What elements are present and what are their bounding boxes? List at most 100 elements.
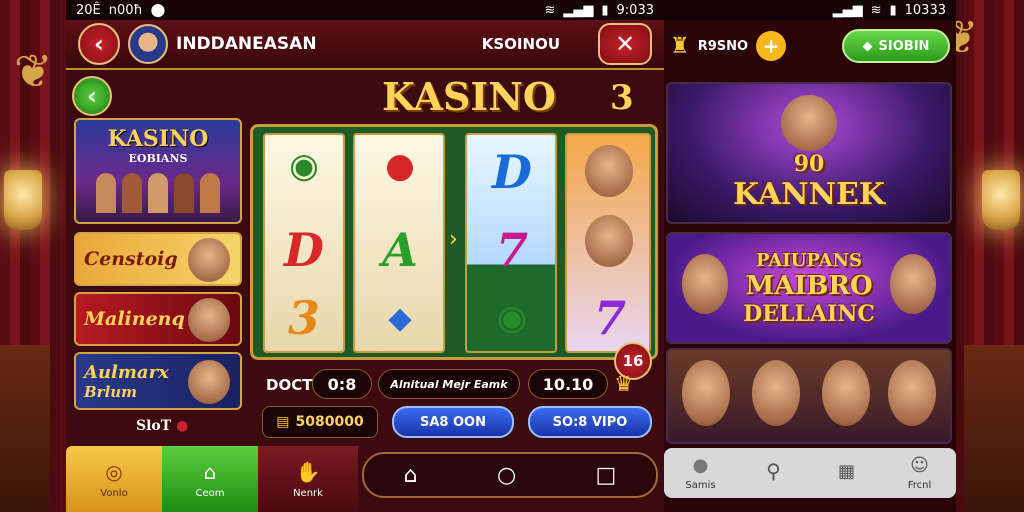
bet-amount-field[interactable]: 10.10 xyxy=(528,369,608,399)
reel-symbol: D xyxy=(492,145,532,199)
chevron-left-icon: ‹ xyxy=(87,82,97,110)
star-icon: ◆ xyxy=(388,300,412,336)
reel-2: ● A ◆ xyxy=(353,133,445,353)
main-phone: 20Ê n00ħ ⬤ ≋ ▂▄▆ ▮ 9:033 ‹ INDDANEASAN K… xyxy=(66,0,664,512)
character-figure xyxy=(148,173,168,213)
character-portrait xyxy=(188,238,230,282)
wifi-icon: ≋ xyxy=(870,2,882,18)
coin-balance-value: 5080000 xyxy=(295,414,364,430)
green-back-button[interactable]: ‹ xyxy=(72,76,112,116)
nav-tab-search[interactable]: ⚲ xyxy=(737,448,810,498)
reel-symbol: A xyxy=(382,223,418,277)
slot-machine: ◉ D 3 ● A ◆ › D 7 ◉ 7 xyxy=(250,124,658,360)
circle-home-icon[interactable]: ○ xyxy=(497,463,516,488)
signal-icon: ▂▄▆ xyxy=(563,2,594,18)
character-portrait xyxy=(585,145,633,197)
system-nav-bar: ⌂ ○ □ xyxy=(362,452,658,498)
game-card-maibro[interactable]: PAIUPANS MAIBRO DELLAINC xyxy=(666,232,952,344)
game-card-title: MAIBRO xyxy=(745,270,873,301)
square-recents-icon[interactable]: □ xyxy=(596,463,617,488)
cherry-icon: ● xyxy=(385,146,415,186)
top-header: ‹ INDDANEASAN KSOINOU ✕ xyxy=(66,20,664,70)
character-portrait xyxy=(781,94,837,151)
bet-label: DOCT xyxy=(266,376,313,394)
reel-symbol: 7 xyxy=(593,291,626,345)
table-left xyxy=(0,345,50,512)
nav-tab-calendar[interactable]: ▦ xyxy=(810,448,883,498)
coin-icon: ▤ xyxy=(276,414,290,430)
calendar-icon: ▦ xyxy=(837,460,855,482)
nav-tab-vonlo[interactable]: ◎ Vonlo xyxy=(66,446,162,512)
character-figure xyxy=(122,173,142,213)
kasino-logo: KASINO xyxy=(382,74,557,119)
battery-icon: ▮ xyxy=(889,2,897,18)
game-card-title: PAIUPANS xyxy=(756,249,862,271)
character-portrait xyxy=(188,360,230,404)
coin-balance: ▤ 5080000 xyxy=(262,406,378,438)
watermelon-icon: ◉ xyxy=(289,146,319,186)
character-portrait xyxy=(752,360,800,426)
sidebar-item-malinenq[interactable]: Malinenq xyxy=(74,292,242,346)
sidebar-item-censtoig[interactable]: Censtoig xyxy=(74,232,242,286)
signal-icon: ▂▄▆ xyxy=(832,2,863,18)
home-icon[interactable]: ⌂ xyxy=(404,463,418,488)
signin-label: SIOBIN xyxy=(878,38,930,54)
character-figure xyxy=(174,173,194,213)
game-card-kannek[interactable]: 90 KANNEK xyxy=(666,82,952,224)
add-coins-button[interactable]: + xyxy=(756,31,787,61)
character-figure xyxy=(200,173,220,213)
sidebar-item-subtitle: EOBIANS xyxy=(128,152,188,165)
vip-button[interactable]: SO:8 VIPO xyxy=(528,406,652,438)
close-button[interactable]: ✕ xyxy=(598,23,652,65)
spin-button[interactable]: SA8 OON xyxy=(392,406,514,438)
nav-tab-samis[interactable]: ● Samis xyxy=(664,448,737,498)
nav-tab-nenrk[interactable]: ✋ Nenrk xyxy=(258,446,358,512)
character-portrait xyxy=(188,298,230,342)
chevron-left-icon: ‹ xyxy=(94,30,104,58)
clock-icon: ◎ xyxy=(105,459,123,484)
reel-symbol: 3 xyxy=(287,291,320,345)
bottom-nav-right: ● Samis ⚲ ▦ ☺ Frcnl xyxy=(664,448,956,498)
search-icon: ⚲ xyxy=(766,459,781,483)
close-icon: ✕ xyxy=(614,30,636,58)
logo-badge: 3 xyxy=(610,78,634,118)
game-card-title: DELLAINC xyxy=(743,300,875,327)
sidebar-item-aulmarx[interactable]: Aulmarx Brlum xyxy=(74,352,242,410)
bet-info-field: Alnitual Mejr Eamk xyxy=(378,369,520,399)
nav-tab-frcnl[interactable]: ☺ Frcnl xyxy=(883,448,956,498)
nav-tab-label: Vonlo xyxy=(100,487,128,499)
watermelon-icon: ◉ xyxy=(497,298,527,338)
wifi-icon: ≋ xyxy=(544,2,556,18)
game-card-characters[interactable] xyxy=(666,348,952,444)
status-bar: ▂▄▆ ≋ ▮ 10333 xyxy=(664,0,956,20)
game-card-title: KANNEK xyxy=(733,176,885,212)
sidebar-item-title: Malinenq xyxy=(84,308,185,330)
sidebar-item-title: Censtoig xyxy=(84,248,178,270)
reel-symbol: D xyxy=(284,223,324,277)
reel-arrow-icon: › xyxy=(449,227,458,252)
status-bar: 20Ê n00ħ ⬤ ≋ ▂▄▆ ▮ 9:033 xyxy=(66,0,664,20)
sidebar-item-kasino[interactable]: KASINO EOBIANS xyxy=(74,118,242,224)
reel-4: 7 xyxy=(565,133,651,353)
reel-1: ◉ D 3 xyxy=(263,133,345,353)
cherry-icon: ● xyxy=(176,418,189,434)
signin-button[interactable]: ◆ SIOBIN xyxy=(842,29,950,63)
avatar[interactable] xyxy=(128,24,168,64)
sidebar-footer: SloT ● xyxy=(136,418,188,434)
nav-tab-ceom[interactable]: ⌂ Ceom xyxy=(162,446,258,512)
header-label: KSOINOU xyxy=(481,35,560,53)
reel-symbol: 7 xyxy=(495,223,528,277)
hand-icon: ✋ xyxy=(295,459,321,484)
nav-tab-label: Frcnl xyxy=(907,480,932,491)
back-button[interactable]: ‹ xyxy=(78,23,120,65)
lamp-icon xyxy=(4,170,42,230)
corner-badge-value: 16 xyxy=(622,352,644,370)
character-figure xyxy=(96,173,116,213)
right-header: ♜ R9SNO + ◆ SIOBIN xyxy=(664,20,956,72)
lamp-icon xyxy=(982,170,1020,230)
user-icon: ☺ xyxy=(910,455,929,476)
sidebar-footer-label: SloT xyxy=(136,418,172,434)
character-portrait xyxy=(682,254,728,314)
sidebar-item-title: Aulmarx xyxy=(84,361,169,383)
bet-value-field[interactable]: 0:8 xyxy=(312,369,372,399)
